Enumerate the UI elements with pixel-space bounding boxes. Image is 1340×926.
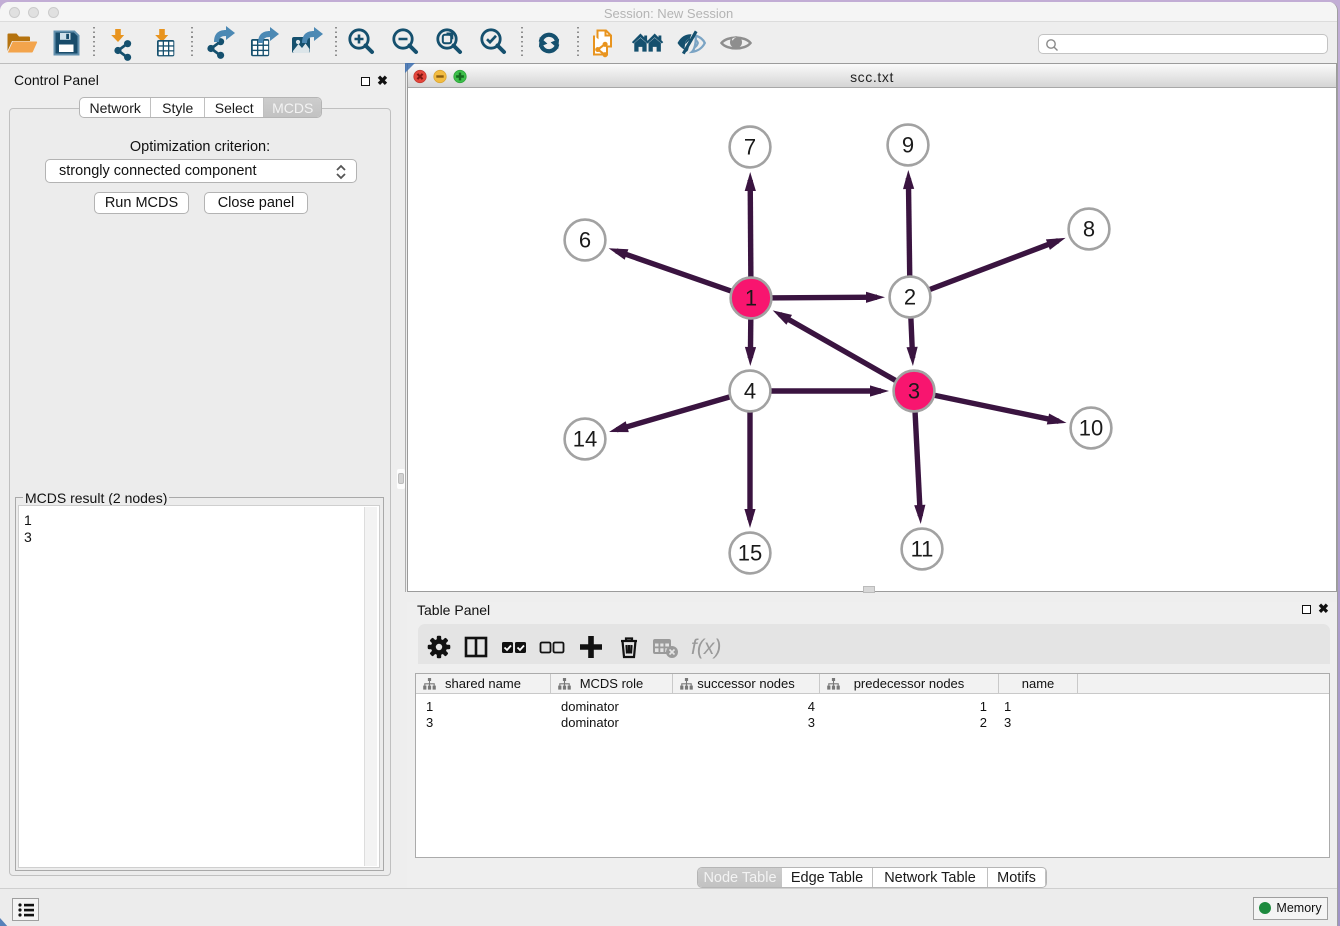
svg-text:8: 8 [1083, 216, 1095, 241]
svg-text:2: 2 [904, 284, 916, 309]
svg-text:3: 3 [908, 378, 920, 403]
svg-text:15: 15 [738, 540, 762, 565]
svg-text:10: 10 [1079, 415, 1103, 440]
svg-text:14: 14 [573, 426, 597, 451]
svg-text:1: 1 [745, 285, 757, 310]
svg-text:7: 7 [744, 134, 756, 159]
svg-text:f(x): f(x) [691, 636, 721, 659]
svg-text:4: 4 [744, 378, 756, 403]
svg-text:6: 6 [579, 227, 591, 252]
svg-text:11: 11 [911, 536, 934, 561]
svg-text:9: 9 [902, 132, 914, 157]
